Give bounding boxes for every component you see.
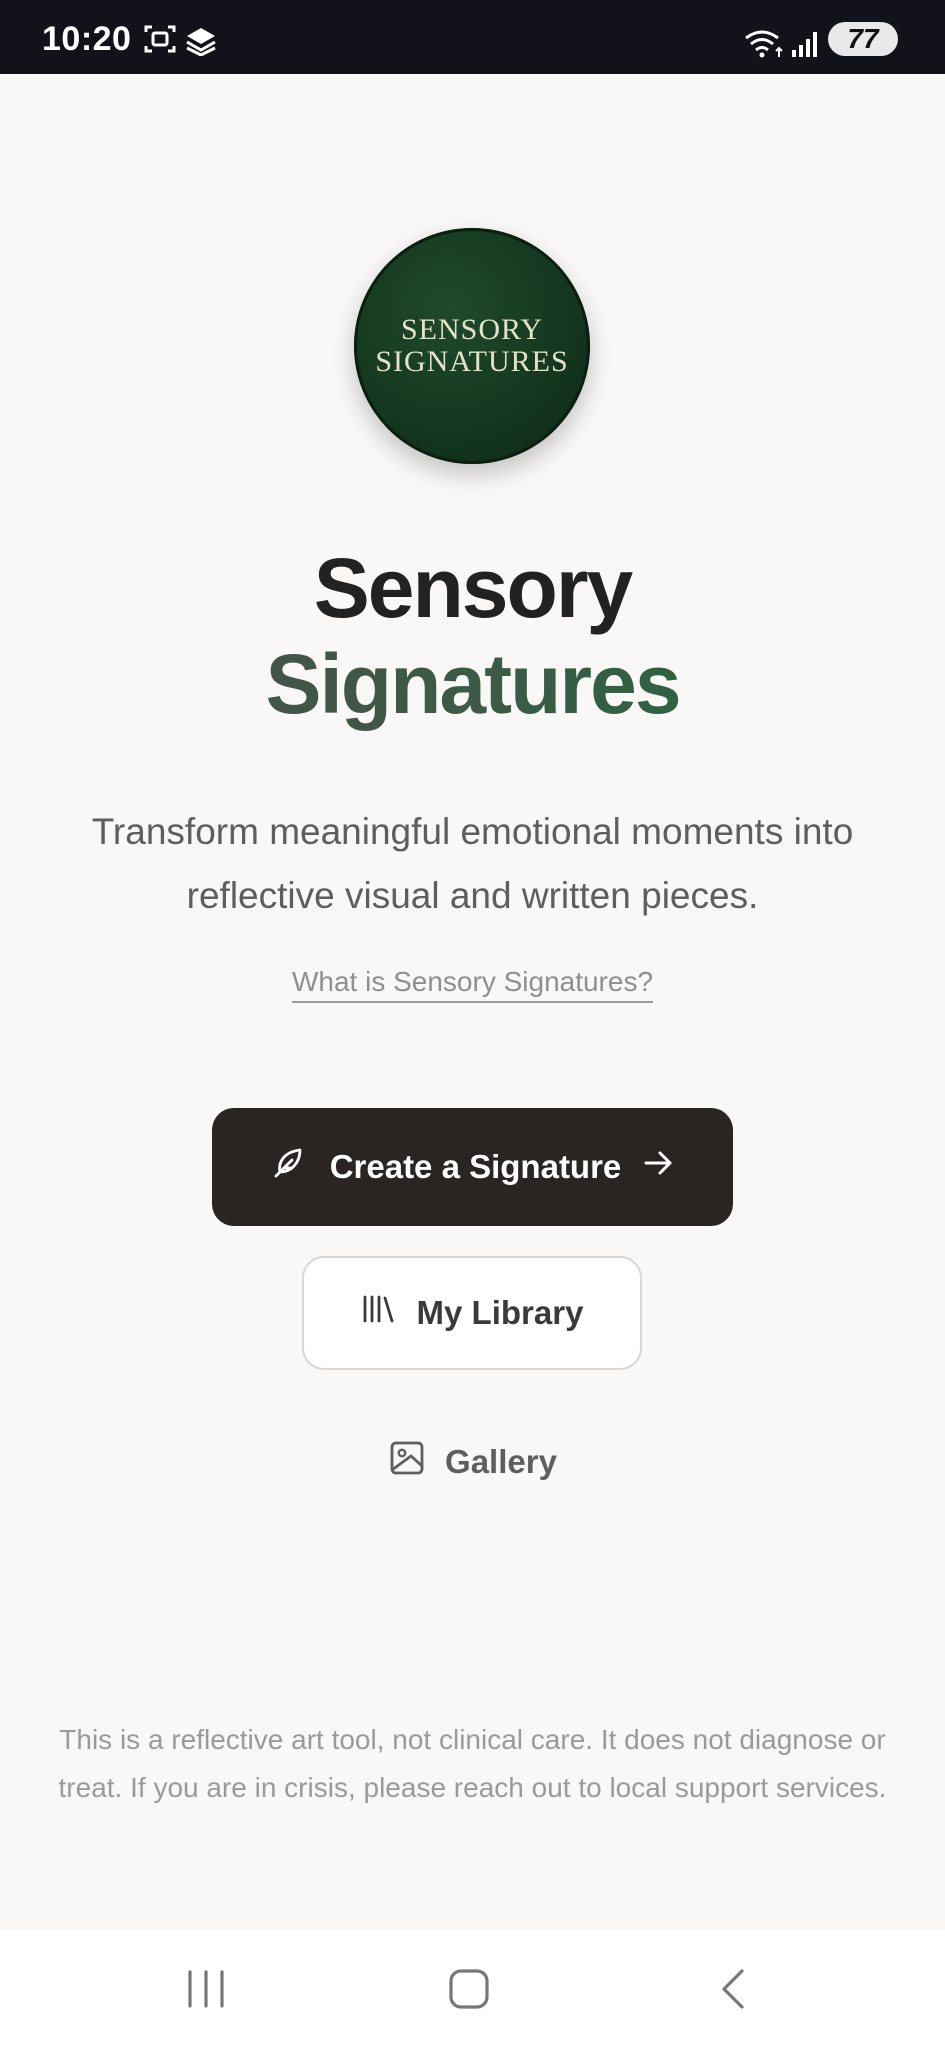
- battery-level: 77: [847, 23, 879, 54]
- signal-icon: [790, 30, 820, 63]
- battery-icon: 77: [828, 22, 898, 56]
- what-is-link-container: What is Sensory Signatures?: [0, 966, 945, 1003]
- stack-icon: [184, 24, 218, 61]
- screenshot-icon: [144, 24, 176, 59]
- disclaimer-text: This is a reflective art tool, not clini…: [58, 1724, 887, 1803]
- logo-line-2: SIGNATURES: [375, 345, 569, 378]
- logo-line-1: SENSORY: [400, 313, 544, 346]
- gallery-label: Gallery: [445, 1443, 557, 1480]
- my-library-button[interactable]: My Library: [302, 1256, 642, 1370]
- image-icon: [389, 1440, 425, 1484]
- feather-icon: [270, 1144, 308, 1190]
- back-icon[interactable]: [714, 1966, 754, 2017]
- wifi-icon: [744, 28, 784, 63]
- what-is-link[interactable]: What is Sensory Signatures?: [291, 966, 654, 1003]
- page-title-line-2: Signatures: [0, 636, 945, 733]
- my-library-label: My Library: [416, 1294, 584, 1331]
- library-icon: [361, 1293, 395, 1333]
- status-time: 10:20: [42, 20, 132, 58]
- system-nav-bar: [0, 1930, 945, 2048]
- app-logo: SENSORY SIGNATURES: [354, 228, 590, 464]
- create-signature-button[interactable]: Create a Signature: [212, 1108, 733, 1226]
- recent-apps-icon[interactable]: [184, 1966, 228, 2017]
- tagline: Transform meaningful emotional moments i…: [91, 811, 854, 916]
- status-bar: 10:20 77: [0, 0, 945, 74]
- home-icon[interactable]: [446, 1966, 492, 2017]
- arrow-right-icon: [643, 1148, 675, 1186]
- create-signature-label: Create a Signature: [329, 1148, 622, 1185]
- gallery-button[interactable]: Gallery: [382, 1434, 564, 1490]
- page-title-line-1: Sensory: [313, 541, 634, 635]
